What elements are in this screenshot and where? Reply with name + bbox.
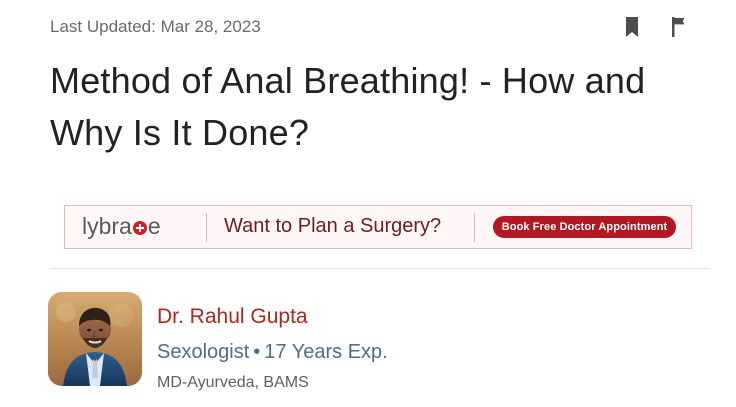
banner-headline: Want to Plan a Surgery? xyxy=(224,215,442,237)
bookmark-icon xyxy=(626,17,638,37)
section-divider xyxy=(50,268,710,269)
brand-logo: lybra e xyxy=(82,214,161,238)
author-experience: 17 Years Exp. xyxy=(264,341,388,363)
author-degrees: MD-Ayurveda, BAMS xyxy=(157,374,309,391)
plus-icon xyxy=(132,221,147,235)
brand-logo-right-text: e xyxy=(147,213,161,239)
author-specialty: Sexologist xyxy=(157,341,250,363)
author-name[interactable]: Dr. Rahul Gupta xyxy=(157,305,308,329)
banner-divider-left xyxy=(206,213,207,242)
article-meta-row: Last Updated: Mar 28, 2023 xyxy=(50,15,696,39)
book-appointment-button[interactable]: Book Free Doctor Appointment xyxy=(493,216,676,238)
article-page: Last Updated: Mar 28, 2023 Method of Ana… xyxy=(0,0,736,407)
brand-logo-left-text: lybra xyxy=(82,213,132,239)
article-title-line-2: Why Is It Done? xyxy=(50,112,310,153)
author-meta-separator: • xyxy=(253,341,261,363)
article-title-line-1: Method of Anal Breathing! - How and xyxy=(50,60,646,101)
author-specialty-line: Sexologist • 17 Years Exp. xyxy=(157,341,388,364)
last-updated-text: Last Updated: Mar 28, 2023 xyxy=(50,17,261,36)
surgery-banner[interactable]: lybra e Want to Plan a Surgery? Book Free… xyxy=(64,205,692,249)
bookmark-button[interactable] xyxy=(620,15,644,39)
flag-button[interactable] xyxy=(668,15,692,39)
author-card: Dr. Rahul Gupta Sexologist • 17 Years Exp.… xyxy=(48,292,708,391)
banner-divider-right xyxy=(474,213,475,242)
flag-icon xyxy=(672,17,685,37)
author-avatar xyxy=(48,292,142,386)
article-title: Method of Anal Breathing! - How and Why … xyxy=(50,55,720,159)
